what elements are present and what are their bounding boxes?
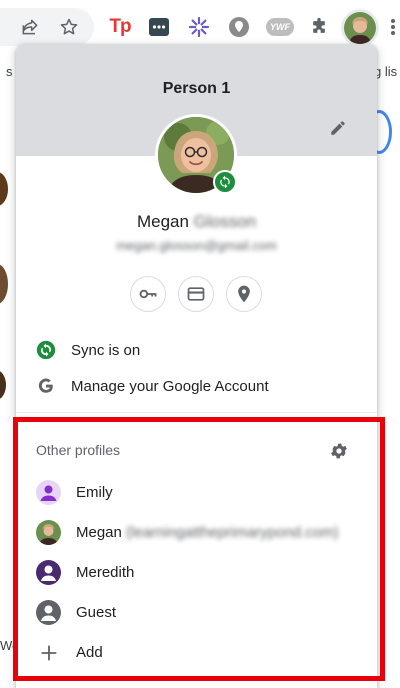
person-icon bbox=[41, 605, 56, 621]
plus-icon bbox=[36, 640, 61, 665]
other-profiles-heading: Other profiles bbox=[36, 442, 121, 458]
sync-status-badge bbox=[213, 170, 237, 194]
profile-last-name: Glosson bbox=[193, 212, 257, 231]
share-icon[interactable] bbox=[16, 13, 44, 41]
addresses-button[interactable] bbox=[226, 276, 262, 312]
addresses-pin-icon bbox=[238, 285, 250, 303]
profile-name: Megan Glosson bbox=[16, 212, 377, 232]
background-avatar-illustration bbox=[0, 370, 6, 400]
tp-extension-icon[interactable]: Tp bbox=[106, 13, 134, 41]
extensions-puzzle-icon[interactable] bbox=[305, 13, 333, 41]
sync-icon bbox=[35, 339, 57, 361]
profile-name-megan: Megan (learningattheprimarypond.com) bbox=[76, 524, 339, 541]
profile-row-emily[interactable]: Emily bbox=[16, 473, 377, 511]
person-icon bbox=[41, 565, 56, 581]
meredith-avatar bbox=[36, 560, 61, 585]
guest-avatar bbox=[36, 600, 61, 625]
profile-row-megan[interactable]: Megan (learningattheprimarypond.com) bbox=[16, 513, 377, 551]
profile-name-megan-domain: (learningattheprimarypond.com) bbox=[126, 524, 339, 541]
more-menu-icon[interactable] bbox=[386, 13, 400, 41]
sync-menu-label: Sync is on bbox=[71, 341, 141, 359]
pencil-icon bbox=[331, 121, 345, 135]
profile-first-name: Megan bbox=[136, 212, 189, 231]
background-avatar-illustration bbox=[0, 264, 8, 304]
manage-profiles-button[interactable] bbox=[326, 438, 352, 464]
add-profile-label: Add bbox=[76, 644, 103, 661]
google-g-icon bbox=[35, 375, 57, 397]
megan-avatar bbox=[36, 520, 61, 545]
manage-google-account-label: Manage your Google Account bbox=[71, 377, 269, 395]
bookmark-fragment-left[interactable]: s bbox=[6, 64, 13, 79]
payment-card-icon bbox=[187, 287, 205, 301]
emily-avatar bbox=[36, 480, 61, 505]
ywf-extension-icon[interactable]: YWF bbox=[264, 13, 296, 41]
profile-menu-title: Person 1 bbox=[162, 80, 231, 97]
edit-profile-button[interactable] bbox=[324, 114, 352, 142]
sparkle-extension-icon[interactable] bbox=[185, 13, 213, 41]
bookmark-star-icon[interactable] bbox=[55, 13, 83, 41]
profile-row-meredith[interactable]: Meredith bbox=[16, 553, 377, 591]
background-avatar-illustration bbox=[0, 172, 8, 206]
gear-icon bbox=[331, 443, 347, 459]
profile-name-emily: Emily bbox=[76, 484, 113, 501]
profile-name-megan-first: Megan bbox=[76, 524, 122, 541]
location-extension-icon[interactable] bbox=[225, 13, 253, 41]
profile-email: megan.glosson@gmail.com bbox=[116, 238, 277, 253]
profile-menu: Person 1 Megan Glosson megan.glosson@gma… bbox=[16, 44, 377, 688]
sync-menu-item[interactable]: Sync is on bbox=[16, 332, 377, 368]
payment-methods-button[interactable] bbox=[178, 276, 214, 312]
menu-divider bbox=[16, 412, 377, 413]
profile-name-guest: Guest bbox=[76, 604, 117, 621]
person-icon bbox=[40, 485, 57, 501]
add-profile-button[interactable]: Add bbox=[16, 633, 377, 671]
manage-google-account-item[interactable]: Manage your Google Account bbox=[16, 368, 377, 404]
tp-extension-label: Tp bbox=[109, 16, 131, 37]
quick-actions-row bbox=[16, 276, 377, 312]
profile-avatar[interactable] bbox=[344, 12, 376, 44]
profile-name-meredith: Meredith bbox=[76, 564, 135, 581]
ywf-extension-label: YWF bbox=[266, 18, 294, 36]
profile-row-guest[interactable]: Guest bbox=[16, 593, 377, 631]
passwords-key-icon bbox=[139, 289, 157, 299]
passwords-button[interactable] bbox=[130, 276, 166, 312]
password-manager-extension-icon[interactable] bbox=[145, 13, 173, 41]
sync-icon bbox=[220, 175, 230, 189]
bookmark-fragment-right[interactable]: g lis bbox=[374, 64, 397, 79]
